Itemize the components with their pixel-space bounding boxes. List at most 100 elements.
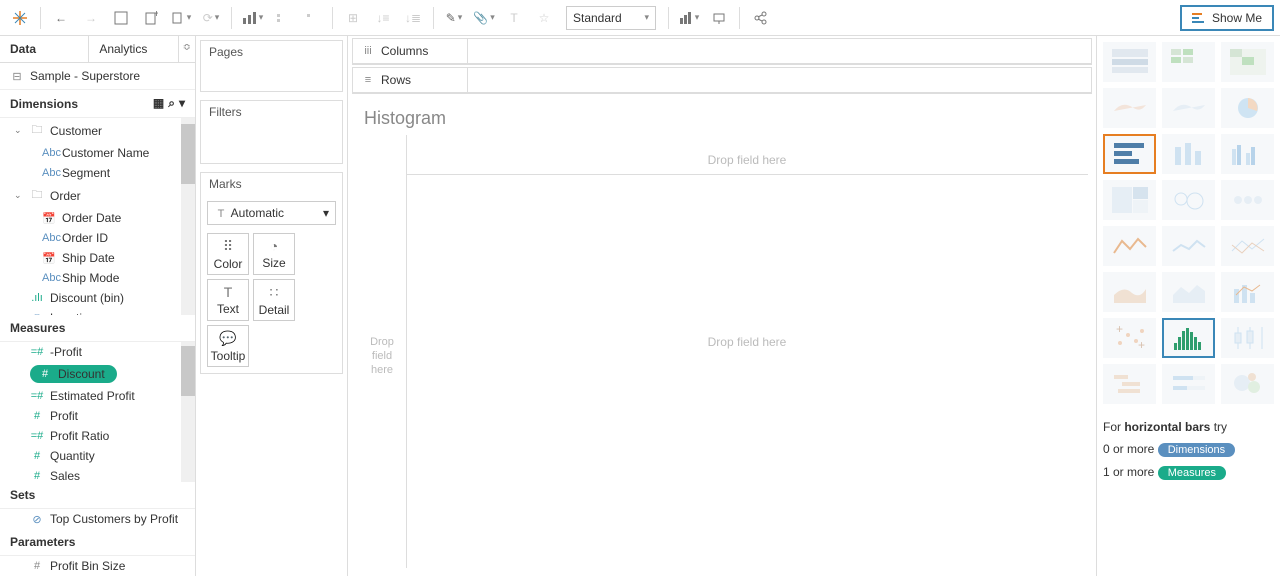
save-icon[interactable]: [107, 4, 135, 32]
new-datasource-icon[interactable]: +: [137, 4, 165, 32]
viz-type-text-table[interactable]: [1103, 42, 1156, 82]
attach-icon[interactable]: 📎▾: [470, 4, 498, 32]
viz-type-horizontal-bar[interactable]: [1103, 134, 1156, 174]
tab-analytics[interactable]: Analytics: [89, 36, 178, 62]
new-worksheet-icon[interactable]: ▾: [167, 4, 195, 32]
marks-detail-button[interactable]: ∷Detail: [253, 279, 295, 321]
sort-desc-icon[interactable]: [298, 4, 326, 32]
sheet-title[interactable]: Histogram: [348, 94, 1096, 135]
marks-size-button[interactable]: ◔Size: [253, 233, 295, 275]
columns-shelf[interactable]: [468, 38, 1092, 64]
viz-type-histogram[interactable]: [1162, 318, 1215, 358]
measures-chip: Measures: [1158, 466, 1226, 480]
tab-settings-icon[interactable]: ≎: [179, 36, 195, 62]
view-grid-icon[interactable]: ▦: [153, 96, 164, 111]
viz-type-bullet[interactable]: [1162, 364, 1215, 404]
meas-estimated-profit[interactable]: =#Estimated Profit: [0, 386, 195, 406]
rows-shelf-label: ≡Rows: [352, 67, 468, 93]
marks-tooltip-button[interactable]: 💬Tooltip: [207, 325, 249, 367]
dimensions-header: Dimensions ▦⌕▾: [0, 90, 195, 118]
meas-neg-profit[interactable]: =#-Profit: [0, 342, 195, 362]
pin-icon[interactable]: ☆: [530, 4, 558, 32]
top-toolbar: ← → + ▾ ⟳▾ ▾ ⊞ ↓≡ ↓≣ ✎▾ 📎▾ T ☆ Standard▾…: [0, 0, 1280, 36]
dim-segment[interactable]: AbcSegment: [0, 163, 195, 183]
viz-type-gantt[interactable]: [1103, 364, 1156, 404]
swap-icon[interactable]: ▾: [238, 4, 266, 32]
set-top-customers[interactable]: ⊘Top Customers by Profit: [0, 509, 195, 529]
menu-caret-icon[interactable]: ▾: [179, 96, 185, 111]
marks-color-button[interactable]: ⠿Color: [207, 233, 249, 275]
dim-ship-mode[interactable]: AbcShip Mode: [0, 268, 195, 288]
meas-quantity[interactable]: #Quantity: [0, 446, 195, 466]
highlight-icon[interactable]: ✎▾: [440, 4, 468, 32]
viz-type-symbol-map[interactable]: [1103, 88, 1156, 128]
dim-folder-customer[interactable]: ⌄🗀Customer: [0, 118, 195, 143]
dim-order-date[interactable]: 📅Order Date: [0, 208, 195, 228]
viz-type-heat-map[interactable]: [1162, 42, 1215, 82]
forward-icon[interactable]: →: [77, 4, 105, 32]
marks-type-dropdown[interactable]: T Automatic▾: [207, 201, 336, 225]
svg-text:+: +: [153, 11, 158, 20]
filters-shelf[interactable]: Filters: [200, 100, 343, 164]
viz-type-highlight-table[interactable]: [1221, 42, 1274, 82]
dim-customer-name[interactable]: AbcCustomer Name: [0, 143, 195, 163]
text-icon[interactable]: T: [500, 4, 528, 32]
refresh-icon[interactable]: ⟳▾: [197, 4, 225, 32]
viz-type-box-plot[interactable]: [1221, 318, 1274, 358]
presentation-icon[interactable]: [705, 4, 733, 32]
show-me-panel: ++ For horizontal bars try 0 or more Dim…: [1096, 36, 1280, 576]
rows-shelf[interactable]: [468, 67, 1092, 93]
dim-folder-order[interactable]: ⌄🗀Order: [0, 183, 195, 208]
viz-type-stacked-bar[interactable]: [1162, 134, 1215, 174]
viz-type-dual-combination[interactable]: [1221, 272, 1274, 312]
viz-type-side-by-side-circles[interactable]: [1221, 180, 1274, 220]
tableau-logo-icon[interactable]: [6, 4, 34, 32]
viz-type-filled-map[interactable]: [1162, 88, 1215, 128]
parameters-header: Parameters: [0, 529, 195, 556]
cards-column: Pages Filters Marks T Automatic▾ ⠿Color …: [196, 36, 348, 576]
cards-icon[interactable]: ▾: [675, 4, 703, 32]
param-profit-bin-size[interactable]: #Profit Bin Size: [0, 556, 195, 576]
totals-icon[interactable]: ↓≡: [369, 4, 397, 32]
viz-type-area-discrete[interactable]: [1162, 272, 1215, 312]
meas-discount[interactable]: #Discount: [0, 362, 195, 386]
sort-asc-icon[interactable]: [268, 4, 296, 32]
data-pane: Data Analytics ≎ ⊟Sample - Superstore Di…: [0, 36, 196, 576]
share-icon[interactable]: [746, 4, 774, 32]
viz-drop-area[interactable]: Drop field here Drop field here Drop fie…: [356, 135, 1088, 568]
marks-text-button[interactable]: TText: [207, 279, 249, 321]
back-icon[interactable]: ←: [47, 4, 75, 32]
center-drop-hint: Drop field here: [406, 335, 1088, 349]
meas-sales[interactable]: #Sales: [0, 466, 195, 482]
group-icon[interactable]: ⊞: [339, 4, 367, 32]
viz-type-scatter[interactable]: ++: [1103, 318, 1156, 358]
viz-type-dual-line[interactable]: [1221, 226, 1274, 266]
meas-profit-ratio[interactable]: =#Profit Ratio: [0, 426, 195, 446]
dim-folder-location[interactable]: ⌄⚇Location: [0, 308, 195, 315]
viz-type-pie[interactable]: [1221, 88, 1274, 128]
marks-card: Marks T Automatic▾ ⠿Color ◔Size TText ∷D…: [200, 172, 343, 374]
tab-data[interactable]: Data: [0, 36, 89, 62]
dim-ship-date[interactable]: 📅Ship Date: [0, 248, 195, 268]
datasource-row[interactable]: ⊟Sample - Superstore: [0, 63, 195, 90]
fit-dropdown[interactable]: Standard▾: [566, 6, 656, 30]
dim-discount-bin[interactable]: .ılıDiscount (bin): [0, 288, 195, 308]
viz-type-area-continuous[interactable]: [1103, 272, 1156, 312]
search-icon[interactable]: ⌕: [168, 96, 175, 111]
rows-drop-hint: Drop field here: [362, 335, 402, 377]
viz-type-packed-bubbles[interactable]: [1221, 364, 1274, 404]
svg-text:+: +: [1116, 323, 1123, 336]
viz-type-line-discrete[interactable]: [1162, 226, 1215, 266]
show-me-hint: For horizontal bars try 0 or more Dimens…: [1103, 416, 1274, 484]
svg-text:+: +: [1138, 338, 1145, 352]
viz-type-side-by-side-bar[interactable]: [1221, 134, 1274, 174]
dim-order-id[interactable]: AbcOrder ID: [0, 228, 195, 248]
pages-shelf[interactable]: Pages: [200, 40, 343, 92]
viz-type-treemap[interactable]: [1103, 180, 1156, 220]
viz-type-line-continuous[interactable]: [1103, 226, 1156, 266]
viz-type-circle-views[interactable]: [1162, 180, 1215, 220]
show-me-button[interactable]: Show Me: [1180, 5, 1274, 31]
meas-profit[interactable]: #Profit: [0, 406, 195, 426]
show-hide-icon[interactable]: ↓≣: [399, 4, 427, 32]
columns-drop-hint: Drop field here: [406, 145, 1088, 175]
